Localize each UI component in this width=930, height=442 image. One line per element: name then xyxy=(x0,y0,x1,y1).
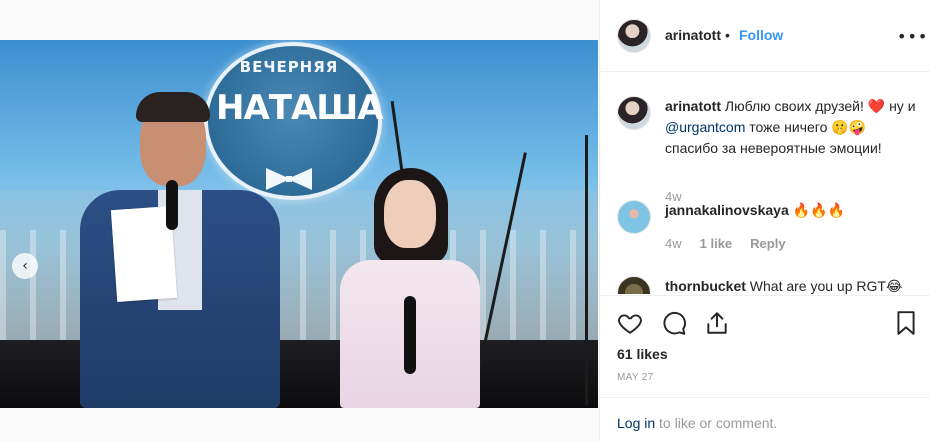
comment-text: arinatott Люблю своих друзей! ❤️ ну и @u… xyxy=(665,96,921,159)
comment-body: What are you up RGT😂 xyxy=(745,278,903,294)
mic-stand xyxy=(585,135,588,405)
host-man-hair xyxy=(136,92,210,122)
share-icon[interactable] xyxy=(704,310,730,336)
host-woman-head xyxy=(384,180,436,248)
comment-username[interactable]: jannakalinovskaya xyxy=(665,202,789,218)
post-header: arinatott • Follow ••• xyxy=(600,0,930,72)
post-sidebar: arinatott • Follow ••• arinatott Люблю с… xyxy=(599,0,930,441)
post-photo[interactable]: ВЕЧЕРНЯЯ НАТАША ‹ xyxy=(0,40,598,408)
avatar[interactable] xyxy=(617,200,651,234)
comment-likes[interactable]: 1 like xyxy=(700,236,733,251)
separator-dot: • xyxy=(725,27,730,43)
bookmark-icon[interactable] xyxy=(893,310,919,336)
chevron-left-icon[interactable]: ‹ xyxy=(12,253,38,279)
comment-username[interactable]: thornbucket xyxy=(665,278,746,294)
comment-time[interactable]: 4w xyxy=(665,236,682,251)
comment-username[interactable]: arinatott xyxy=(665,98,721,114)
likes-count[interactable]: 61 likes xyxy=(617,346,668,362)
reply-button[interactable]: Reply xyxy=(750,236,785,251)
follow-button[interactable]: Follow xyxy=(739,27,783,43)
mention-link[interactable]: @urgantcom xyxy=(665,119,745,135)
avatar[interactable] xyxy=(617,96,651,130)
show-logo-top-text: ВЕЧЕРНЯЯ xyxy=(239,58,339,76)
show-logo-main-text: НАТАША xyxy=(216,88,384,128)
author-username[interactable]: arinatott xyxy=(665,27,721,43)
comment-text: thornbucket What are you up RGT😂 xyxy=(665,276,921,294)
comment-body: 🔥🔥🔥 xyxy=(788,202,845,218)
more-horizontal-icon[interactable]: ••• xyxy=(897,27,928,46)
post-actions xyxy=(600,295,930,348)
microphone xyxy=(404,296,416,374)
login-suffix: to like or comment. xyxy=(655,415,778,431)
comment-meta: 4w 1 like Reply xyxy=(665,236,804,251)
login-link[interactable]: Log in xyxy=(617,415,655,431)
comment-body: Люблю своих друзей! ❤️ ну и xyxy=(721,98,916,114)
post-date[interactable]: MAY 27 xyxy=(617,372,653,383)
bowtie-icon xyxy=(266,168,312,190)
login-bar: Log in to like or comment. xyxy=(600,397,930,442)
comments-list[interactable]: arinatott Люблю своих друзей! ❤️ ну и @u… xyxy=(600,72,930,294)
login-prompt: Log in to like or comment. xyxy=(617,415,777,431)
heart-icon[interactable] xyxy=(617,310,643,336)
microphone xyxy=(166,180,178,230)
comment-icon[interactable] xyxy=(661,310,687,336)
comment-text: jannakalinovskaya 🔥🔥🔥 xyxy=(665,200,921,221)
avatar[interactable] xyxy=(617,19,651,53)
avatar[interactable] xyxy=(617,276,651,294)
instagram-post: ВЕЧЕРНЯЯ НАТАША ‹ arinatott • Follow •••… xyxy=(0,0,930,441)
